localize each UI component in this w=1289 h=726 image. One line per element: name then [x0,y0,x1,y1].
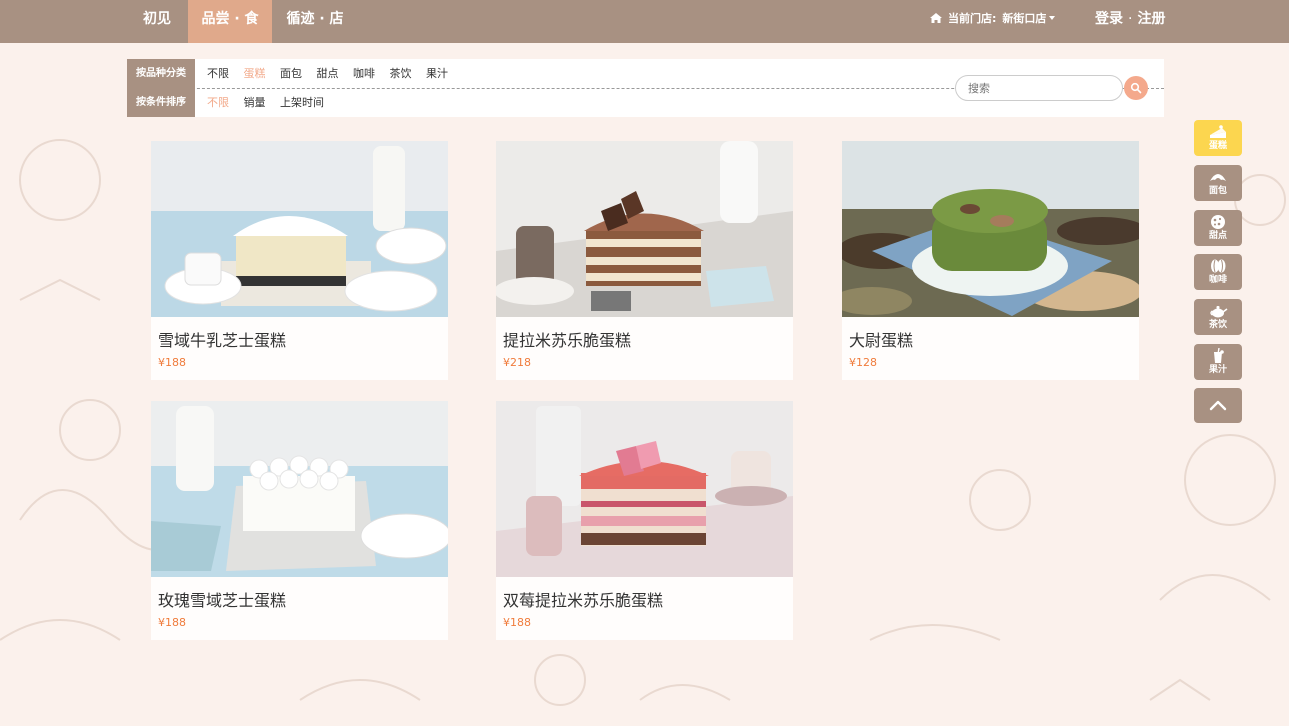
filter-panel: 按品种分类 不限 蛋糕 面包 甜点 咖啡 茶饮 果汁 按条件排序 不限 销量 上… [127,59,1164,117]
product-image-tiramisu-cake[interactable] [496,141,793,317]
side-nav-label: 蛋糕 [1208,141,1227,151]
product-image-berry-tiramisu-cake[interactable] [496,401,793,577]
chevron-down-icon[interactable] [1049,16,1056,20]
auth-links: 登录 · 注册 [1095,0,1165,38]
side-nav-label: 面包 [1208,186,1227,196]
register-link[interactable]: 注册 [1137,11,1165,27]
category-option-dessert[interactable]: 甜点 [317,67,339,80]
product-price: ¥218 [503,356,531,369]
nav-item-taste-food[interactable]: 品尝 · 食 [188,0,272,43]
side-nav-juice[interactable]: 果汁 [1194,344,1242,380]
store-name-dropdown[interactable]: 新街口店 [1002,12,1046,25]
product-image-camouflage-cake[interactable] [842,141,1139,317]
search-button[interactable] [1124,76,1148,100]
coffee-bean-icon [1211,259,1226,273]
sort-option-sales[interactable]: 销量 [244,96,266,109]
side-nav-label: 咖啡 [1208,275,1227,285]
sort-filter-label: 按条件排序 [127,88,195,117]
login-link[interactable]: 登录 [1095,11,1123,27]
juice-icon [1214,348,1224,363]
category-option-juice[interactable]: 果汁 [426,67,448,80]
product-card[interactable]: 大尉蛋糕 ¥128 [842,141,1139,380]
current-store-selector: 当前门店: 新街口店 [930,0,1056,38]
category-option-bread[interactable]: 面包 [280,67,302,80]
chevron-up-icon [1209,400,1227,411]
product-price: ¥188 [158,616,186,629]
side-nav-label: 甜点 [1208,231,1227,241]
product-card[interactable]: 雪域牛乳芝士蛋糕 ¥188 [151,141,448,380]
sort-options: 不限 销量 上架时间 [207,88,335,117]
teapot-icon [1210,306,1228,318]
product-name[interactable]: 双莓提拉米苏乐脆蛋糕 [503,587,663,611]
back-to-top-button[interactable] [1194,388,1242,423]
category-filter-label: 按品种分类 [127,59,195,88]
nav-item-first-meet[interactable]: 初见 [126,0,188,43]
nav-item-trace-store[interactable]: 循迹 · 店 [272,0,358,43]
sort-option-listing-time[interactable]: 上架时间 [280,96,324,109]
product-name[interactable]: 玫瑰雪域芝士蛋糕 [158,587,286,611]
search-icon [1130,82,1142,94]
product-card[interactable]: 玫瑰雪域芝士蛋糕 ¥188 [151,401,448,640]
category-option-all[interactable]: 不限 [207,67,229,80]
product-name[interactable]: 提拉米苏乐脆蛋糕 [503,327,631,351]
side-nav-cake[interactable]: 蛋糕 [1194,120,1242,156]
product-image-white-cheese-cake[interactable] [151,141,448,317]
product-image-rose-cheese-cake[interactable] [151,401,448,577]
side-nav-coffee[interactable]: 咖啡 [1194,254,1242,290]
side-nav-label: 茶饮 [1208,320,1227,330]
product-name[interactable]: 大尉蛋糕 [849,327,913,351]
side-nav-label: 果汁 [1208,365,1227,375]
product-card[interactable]: 双莓提拉米苏乐脆蛋糕 ¥188 [496,401,793,640]
product-price: ¥128 [849,356,877,369]
category-option-tea[interactable]: 茶饮 [390,67,412,80]
category-options: 不限 蛋糕 面包 甜点 咖啡 茶饮 果汁 [207,59,459,88]
cookie-icon [1211,215,1225,229]
croissant-icon [1210,174,1226,181]
auth-separator: · [1128,11,1133,27]
side-nav-dessert[interactable]: 甜点 [1194,210,1242,246]
sort-option-all[interactable]: 不限 [207,96,229,109]
current-store-label: 当前门店: [948,12,997,25]
search-input[interactable] [955,75,1123,101]
product-price: ¥188 [503,616,531,629]
category-option-cake[interactable]: 蛋糕 [244,67,266,80]
category-option-coffee[interactable]: 咖啡 [353,67,375,80]
product-card[interactable]: 提拉米苏乐脆蛋糕 ¥218 [496,141,793,380]
top-navigation-bar: 初见 品尝 · 食 循迹 · 店 当前门店: 新街口店 登录 · 注册 [0,0,1289,43]
side-nav-bread[interactable]: 面包 [1194,165,1242,201]
product-price: ¥188 [158,356,186,369]
cake-icon [1210,125,1226,138]
home-icon [930,13,942,23]
side-nav-tea[interactable]: 茶饮 [1194,299,1242,335]
product-name[interactable]: 雪域牛乳芝士蛋糕 [158,327,286,351]
